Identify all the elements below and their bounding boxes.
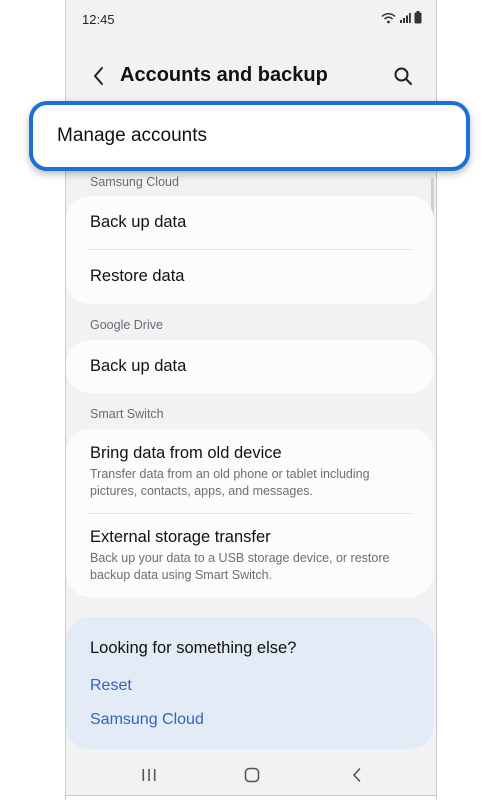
list-item-samsung-restore[interactable]: Restore data <box>90 267 410 286</box>
list-item-bring-data[interactable]: Bring data from old device Transfer data… <box>90 444 410 500</box>
status-time: 12:45 <box>82 12 115 27</box>
navigation-bar <box>66 754 436 796</box>
suggestions-card: Looking for something else? Reset Samsun… <box>66 617 434 749</box>
list-item-title: Restore data <box>90 267 185 285</box>
suggestions-title: Looking for something else? <box>90 639 297 657</box>
search-button[interactable] <box>390 63 416 89</box>
list-item-title: Back up data <box>90 213 187 231</box>
list-item-title: Back up data <box>90 357 187 375</box>
status-bar: 12:45 <box>66 0 436 38</box>
signal-icon <box>400 12 411 23</box>
home-button[interactable] <box>239 764 265 786</box>
section-label-google-drive: Google Drive <box>90 318 163 332</box>
back-icon <box>353 768 361 782</box>
section-label-samsung-cloud: Samsung Cloud <box>90 175 179 189</box>
search-icon <box>394 67 412 85</box>
status-icons <box>381 11 422 24</box>
samsung-cloud-link[interactable]: Samsung Cloud <box>90 711 204 729</box>
phone-bottom-edge <box>66 795 436 800</box>
recents-button[interactable] <box>136 764 162 786</box>
chevron-left-icon <box>94 67 103 85</box>
google-drive-card: Back up data <box>66 340 434 393</box>
page-title: Accounts and backup <box>120 64 328 86</box>
back-button[interactable] <box>86 63 112 89</box>
divider <box>88 513 412 514</box>
list-item-samsung-backup[interactable]: Back up data <box>90 213 410 232</box>
list-item-title: Bring data from old device <box>90 444 282 462</box>
smart-switch-card: Bring data from old device Transfer data… <box>66 429 434 597</box>
manage-accounts-label: Manage accounts <box>57 125 207 146</box>
list-item-google-backup[interactable]: Back up data <box>90 357 410 376</box>
list-item-external-storage[interactable]: External storage transfer Back up your d… <box>90 528 410 584</box>
app-header: Accounts and backup <box>66 52 436 100</box>
list-item-description: Transfer data from an old phone or table… <box>90 467 370 498</box>
nav-back-button[interactable] <box>344 764 370 786</box>
list-item-title: External storage transfer <box>90 528 271 546</box>
list-item-description: Back up your data to a USB storage devic… <box>90 551 390 582</box>
home-icon <box>244 767 260 783</box>
battery-icon <box>414 11 422 24</box>
manage-accounts-button[interactable]: Manage accounts <box>29 101 470 171</box>
recents-icon <box>142 769 156 781</box>
reset-link[interactable]: Reset <box>90 677 132 695</box>
wifi-icon <box>381 12 396 23</box>
divider <box>88 249 412 250</box>
samsung-cloud-card: Back up data Restore data <box>66 196 434 304</box>
section-label-smart-switch: Smart Switch <box>90 407 164 421</box>
